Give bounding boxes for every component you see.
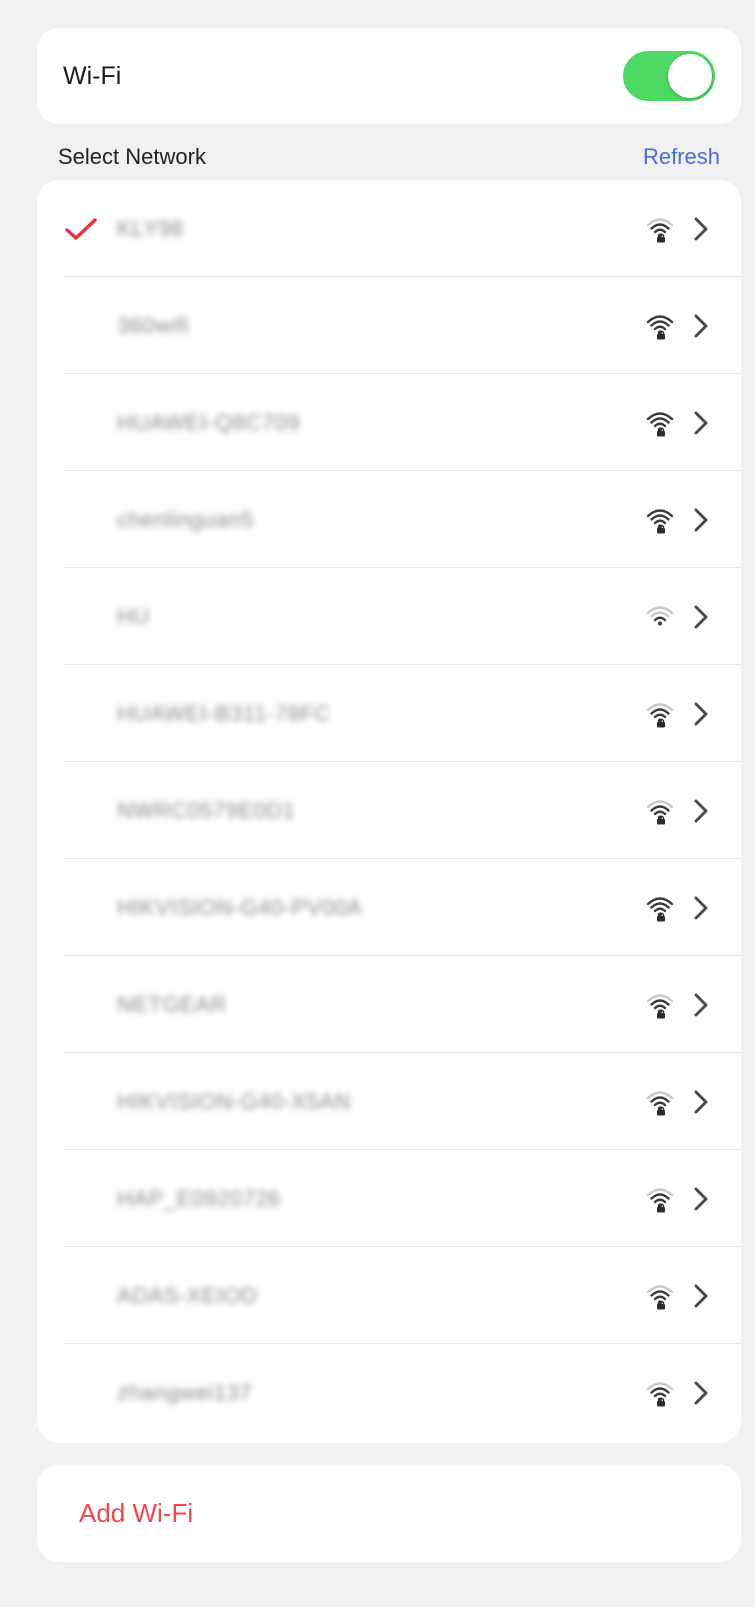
checkmark-icon: [37, 1179, 117, 1219]
chevron-right-icon[interactable]: [691, 408, 741, 438]
wifi-locked-icon: [643, 506, 691, 534]
wifi-label: Wi-Fi: [63, 61, 122, 90]
checkmark-icon: [37, 1276, 117, 1316]
checkmark-icon: [37, 403, 117, 443]
network-name: HU: [117, 603, 150, 629]
wifi-locked-icon: [643, 312, 691, 340]
add-wifi-label: Add Wi-Fi: [79, 1498, 194, 1528]
checkmark-icon: [37, 306, 117, 346]
wifi-toggle-card: Wi-Fi: [37, 28, 741, 124]
network-name: HUAWEI-Q8C709: [117, 409, 300, 435]
network-row[interactable]: HUAWEI-B311-78FC: [37, 665, 741, 762]
network-name: ADAS-XEIOD: [117, 1282, 258, 1308]
checkmark-icon: [37, 597, 117, 637]
network-row[interactable]: KLY98: [37, 180, 741, 277]
select-network-title: Select Network: [58, 144, 206, 169]
checkmark-icon: [37, 985, 117, 1025]
checkmark-icon: [37, 209, 117, 249]
wifi-locked-icon: [643, 797, 691, 825]
network-name: NETGEAR: [117, 991, 227, 1017]
wifi-locked-icon: [643, 1088, 691, 1116]
network-name: HIKVISION-G40-X5AN: [117, 1088, 351, 1114]
networks-section-header: Select Network Refresh: [58, 142, 720, 172]
checkmark-icon: [37, 1082, 117, 1122]
add-wifi-button[interactable]: Add Wi-Fi: [37, 1465, 741, 1562]
wifi-locked-icon: [643, 215, 691, 243]
wifi-toggle[interactable]: [623, 51, 715, 101]
network-name: HAP_E0920726: [117, 1185, 281, 1211]
chevron-right-icon[interactable]: [691, 990, 741, 1020]
refresh-button[interactable]: Refresh: [643, 144, 720, 170]
network-row[interactable]: HUAWEI-Q8C709: [37, 374, 741, 471]
chevron-right-icon[interactable]: [691, 1087, 741, 1117]
chevron-right-icon[interactable]: [691, 311, 741, 341]
chevron-right-icon[interactable]: [691, 796, 741, 826]
network-list: KLY98 360wifi HUAWEI-Q8C709 chenlinguan5 HU H…: [37, 180, 741, 1443]
chevron-right-icon[interactable]: [691, 602, 741, 632]
network-row[interactable]: NWRC0579E0D1: [37, 762, 741, 859]
checkmark-icon: [37, 694, 117, 734]
network-row[interactable]: HIKVISION-G40-PV00A: [37, 859, 741, 956]
checkmark-icon: [37, 500, 117, 540]
network-name: chenlinguan5: [117, 506, 254, 532]
chevron-right-icon[interactable]: [691, 505, 741, 535]
chevron-right-icon[interactable]: [691, 699, 741, 729]
network-name: KLY98: [117, 215, 184, 241]
chevron-right-icon[interactable]: [691, 893, 741, 923]
checkmark-icon: [37, 1373, 117, 1413]
wifi-locked-icon: [643, 991, 691, 1019]
network-name: HIKVISION-G40-PV00A: [117, 894, 363, 920]
network-row[interactable]: ADAS-XEIOD: [37, 1247, 741, 1344]
checkmark-icon: [37, 888, 117, 928]
network-row[interactable]: zhangwei137: [37, 1344, 741, 1441]
network-name: 360wifi: [117, 312, 189, 338]
wifi-locked-icon: [643, 409, 691, 437]
checkmark-icon: [37, 791, 117, 831]
network-row[interactable]: NETGEAR: [37, 956, 741, 1053]
wifi-icon: [643, 603, 691, 631]
chevron-right-icon[interactable]: [691, 214, 741, 244]
network-name: zhangwei137: [117, 1379, 253, 1405]
network-row[interactable]: HU: [37, 568, 741, 665]
network-row[interactable]: 360wifi: [37, 277, 741, 374]
toggle-knob: [668, 54, 712, 98]
wifi-locked-icon: [643, 1185, 691, 1213]
wifi-locked-icon: [643, 894, 691, 922]
network-row[interactable]: HIKVISION-G40-X5AN: [37, 1053, 741, 1150]
chevron-right-icon[interactable]: [691, 1281, 741, 1311]
network-row[interactable]: chenlinguan5: [37, 471, 741, 568]
chevron-right-icon[interactable]: [691, 1378, 741, 1408]
network-name: NWRC0579E0D1: [117, 797, 296, 823]
wifi-locked-icon: [643, 700, 691, 728]
network-name: HUAWEI-B311-78FC: [117, 700, 331, 726]
wifi-locked-icon: [643, 1379, 691, 1407]
chevron-right-icon[interactable]: [691, 1184, 741, 1214]
wifi-locked-icon: [643, 1282, 691, 1310]
network-row[interactable]: HAP_E0920726: [37, 1150, 741, 1247]
